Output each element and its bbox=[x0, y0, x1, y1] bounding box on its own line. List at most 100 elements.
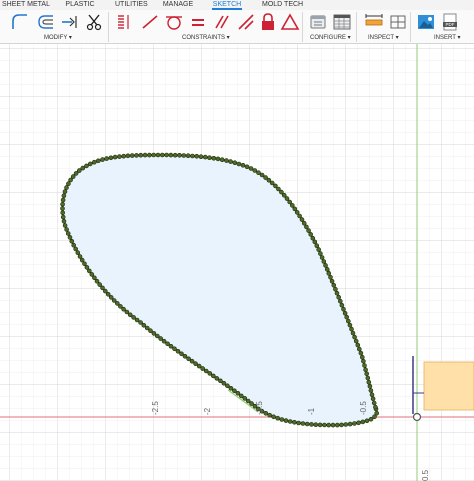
spline-point[interactable] bbox=[343, 422, 349, 427]
spline-point[interactable] bbox=[66, 181, 71, 186]
spline-point[interactable] bbox=[207, 371, 213, 376]
spline-point[interactable] bbox=[249, 401, 254, 406]
spline-point[interactable] bbox=[369, 392, 375, 398]
spline-point[interactable] bbox=[127, 312, 133, 318]
spline-point[interactable] bbox=[211, 156, 217, 161]
spline-point[interactable] bbox=[294, 210, 300, 215]
spline-point[interactable] bbox=[323, 263, 328, 268]
spline-point[interactable] bbox=[269, 180, 275, 186]
spline-point[interactable] bbox=[318, 251, 323, 256]
spline-point[interactable] bbox=[147, 152, 152, 158]
spline-point[interactable] bbox=[225, 383, 230, 389]
spline-point[interactable] bbox=[352, 421, 357, 426]
spline-point[interactable] bbox=[347, 322, 353, 328]
spline-point[interactable] bbox=[131, 315, 136, 320]
spline-point[interactable] bbox=[240, 163, 246, 168]
tab-sheet-metal[interactable]: SHEET METAL bbox=[2, 0, 50, 10]
spline-point[interactable] bbox=[172, 152, 178, 158]
spline-point[interactable] bbox=[276, 186, 281, 192]
spline-point[interactable] bbox=[68, 177, 73, 183]
tab-sketch[interactable]: SKETCH bbox=[212, 0, 242, 10]
spline-point[interactable] bbox=[77, 168, 82, 173]
spline-point[interactable] bbox=[60, 201, 65, 207]
spline-point[interactable] bbox=[87, 268, 92, 274]
spline-point[interactable] bbox=[368, 416, 374, 422]
spline-point[interactable] bbox=[61, 193, 67, 198]
spline-point[interactable] bbox=[287, 199, 293, 205]
spline-point[interactable] bbox=[263, 410, 269, 416]
spline-point[interactable] bbox=[244, 164, 250, 170]
spline-point[interactable] bbox=[211, 373, 216, 379]
spline-point[interactable] bbox=[259, 172, 265, 178]
spline-point[interactable] bbox=[75, 250, 81, 255]
spline-point[interactable] bbox=[207, 155, 212, 160]
selected-body-box[interactable] bbox=[423, 361, 474, 411]
spline-point[interactable] bbox=[181, 153, 187, 158]
spline-point[interactable] bbox=[221, 380, 227, 386]
spline-point[interactable] bbox=[189, 358, 195, 364]
spline-point[interactable] bbox=[134, 317, 140, 323]
spline-point[interactable] bbox=[198, 154, 204, 159]
spline-point[interactable] bbox=[337, 298, 343, 304]
spline-point[interactable] bbox=[73, 246, 78, 252]
configure-icon[interactable] bbox=[308, 12, 328, 32]
spline-point[interactable] bbox=[281, 193, 287, 198]
spline-point[interactable] bbox=[224, 158, 229, 163]
spline-point[interactable] bbox=[111, 298, 117, 303]
parallel-icon[interactable] bbox=[212, 12, 232, 32]
spline-point[interactable] bbox=[124, 309, 130, 315]
spline-point[interactable] bbox=[326, 422, 332, 428]
spline-point[interactable] bbox=[353, 338, 359, 344]
spline-point[interactable] bbox=[314, 243, 320, 248]
spline-point[interactable] bbox=[359, 354, 365, 360]
spline-point[interactable] bbox=[296, 420, 301, 426]
tab-mold-tech[interactable]: MOLD TECH bbox=[262, 0, 303, 10]
spline-point[interactable] bbox=[60, 197, 66, 203]
spline-point[interactable] bbox=[80, 165, 86, 171]
spline-point[interactable] bbox=[370, 396, 376, 402]
spline-point[interactable] bbox=[310, 235, 316, 241]
spline-point[interactable] bbox=[374, 410, 380, 416]
spline-point[interactable] bbox=[333, 286, 338, 292]
spline-point[interactable] bbox=[194, 154, 199, 159]
spline-point[interactable] bbox=[62, 189, 68, 194]
spline-point[interactable] bbox=[203, 154, 208, 160]
spline-point[interactable] bbox=[345, 318, 351, 324]
spline-point[interactable] bbox=[239, 393, 244, 399]
spline-point[interactable] bbox=[363, 367, 368, 373]
offset-icon[interactable] bbox=[36, 12, 56, 32]
spline-point[interactable] bbox=[228, 385, 234, 391]
insert-image-icon[interactable] bbox=[416, 12, 436, 32]
spline-point[interactable] bbox=[287, 419, 293, 424]
spline-point[interactable] bbox=[228, 159, 233, 164]
spline-point[interactable] bbox=[60, 210, 66, 216]
spline-point[interactable] bbox=[326, 271, 332, 276]
spline-point[interactable] bbox=[112, 154, 118, 160]
spline-point[interactable] bbox=[148, 328, 153, 334]
spline-point[interactable] bbox=[168, 152, 174, 158]
spline-point[interactable] bbox=[350, 330, 356, 336]
insert-pdf-icon[interactable]: PDF bbox=[440, 12, 460, 32]
spline-point[interactable] bbox=[289, 203, 295, 208]
perpendicular-icon[interactable] bbox=[236, 12, 256, 32]
spline-point[interactable] bbox=[304, 421, 310, 427]
spline-point[interactable] bbox=[355, 342, 361, 348]
origin-point[interactable] bbox=[412, 412, 422, 422]
collinear-icon[interactable] bbox=[140, 12, 160, 32]
spline-point[interactable] bbox=[328, 274, 333, 280]
spline-point[interactable] bbox=[219, 157, 225, 162]
symmetry-icon[interactable] bbox=[280, 12, 300, 32]
spline-point[interactable] bbox=[334, 422, 340, 428]
inspect-group-label[interactable]: INSPECT ▾ bbox=[368, 34, 399, 42]
spline-point[interactable] bbox=[151, 152, 156, 158]
spline-point[interactable] bbox=[235, 390, 241, 396]
spline-point[interactable] bbox=[347, 421, 353, 427]
insert-group-label[interactable]: INSERT ▾ bbox=[434, 34, 460, 42]
spline-point[interactable] bbox=[62, 223, 68, 228]
spline-point[interactable] bbox=[361, 358, 366, 364]
table-icon[interactable] bbox=[332, 12, 352, 32]
spline-point[interactable] bbox=[330, 422, 336, 428]
spline-point[interactable] bbox=[69, 239, 75, 244]
spline-point[interactable] bbox=[306, 228, 311, 233]
spline-point[interactable] bbox=[236, 161, 242, 167]
